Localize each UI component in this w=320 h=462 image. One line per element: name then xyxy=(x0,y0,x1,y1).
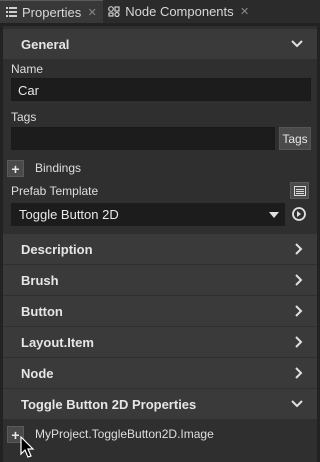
prefab-template-select[interactable]: Toggle Button 2D xyxy=(11,203,285,226)
tab-properties[interactable]: Properties ✕ xyxy=(0,0,104,23)
components-icon xyxy=(108,6,120,18)
browse-icon xyxy=(293,185,306,196)
add-property-label: MyProject.ToggleButton2D.Image xyxy=(35,427,214,441)
section-button-header[interactable]: Button xyxy=(3,296,317,326)
tab-bar: Properties ✕ Node Components ✕ xyxy=(0,0,320,23)
section-toggle-button-2d-properties-header[interactable]: Toggle Button 2D Properties xyxy=(3,389,317,419)
tab-properties-label: Properties xyxy=(22,4,82,20)
caret-down-icon xyxy=(269,203,279,226)
close-icon[interactable]: ✕ xyxy=(87,6,97,19)
plus-icon: + xyxy=(11,160,20,177)
section-general-header[interactable]: General xyxy=(3,29,317,59)
chevron-down-icon xyxy=(291,29,303,59)
section-brush-header[interactable]: Brush xyxy=(3,265,317,295)
navigate-icon xyxy=(292,207,306,221)
tags-label: Tags xyxy=(11,110,37,124)
section-description-header[interactable]: Description xyxy=(3,234,317,264)
section-description-label: Description xyxy=(21,241,93,257)
section-toggle-button-2d-properties-label: Toggle Button 2D Properties xyxy=(21,396,197,412)
list-icon xyxy=(5,6,17,18)
chevron-down-icon xyxy=(291,389,303,419)
prefab-browse-button[interactable] xyxy=(290,182,309,199)
plus-icon: + xyxy=(11,426,20,443)
section-node-header[interactable]: Node xyxy=(3,358,317,388)
chevron-right-icon xyxy=(295,265,303,295)
chevron-right-icon xyxy=(295,358,303,388)
chevron-right-icon xyxy=(295,296,303,326)
section-layout-item-header[interactable]: Layout.Item xyxy=(3,327,317,357)
tags-button[interactable]: Tags xyxy=(279,127,311,150)
name-label: Name xyxy=(11,62,44,76)
section-general-label: General xyxy=(21,36,70,52)
mouse-cursor-icon xyxy=(20,436,35,458)
name-field[interactable]: Car xyxy=(11,78,311,101)
close-icon[interactable]: ✕ xyxy=(240,5,250,18)
tab-node-components-label: Node Components xyxy=(125,4,234,19)
go-to-prefab-button[interactable] xyxy=(290,205,308,223)
properties-panel: General Name Car Tags Tags + Bindings Pr… xyxy=(3,26,317,462)
section-layout-item-label: Layout.Item xyxy=(21,334,94,350)
prefab-template-label: Prefab Template xyxy=(11,184,99,198)
chevron-right-icon xyxy=(295,327,303,357)
section-button-label: Button xyxy=(21,303,63,319)
prefab-template-value: Toggle Button 2D xyxy=(19,207,119,222)
section-brush-label: Brush xyxy=(21,272,59,288)
bindings-label: Bindings xyxy=(35,161,82,175)
tags-field[interactable] xyxy=(11,127,275,150)
chevron-right-icon xyxy=(295,234,303,264)
tab-node-components[interactable]: Node Components ✕ xyxy=(103,0,255,23)
add-binding-button[interactable]: + xyxy=(7,160,24,177)
section-node-label: Node xyxy=(21,365,54,381)
